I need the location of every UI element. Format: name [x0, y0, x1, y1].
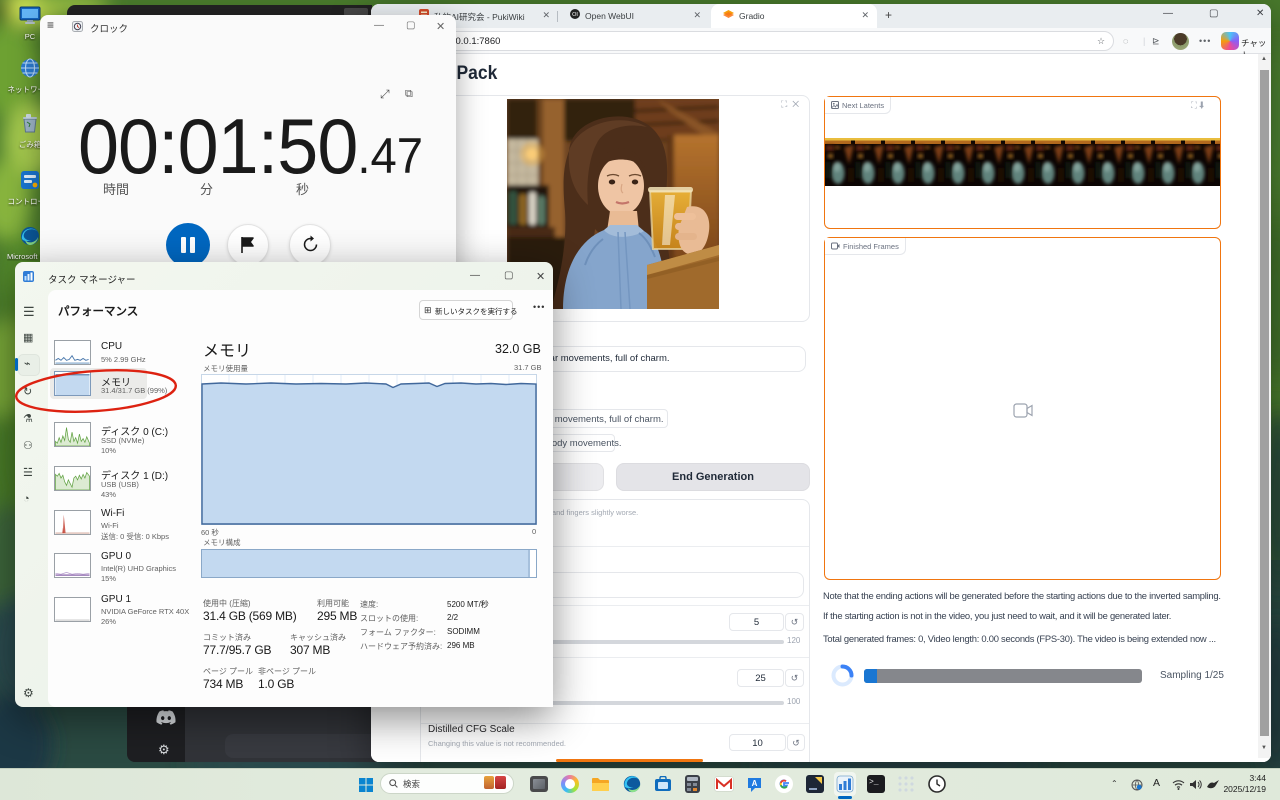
svg-text:A: A	[752, 779, 758, 788]
svg-text:OI: OI	[572, 12, 578, 18]
